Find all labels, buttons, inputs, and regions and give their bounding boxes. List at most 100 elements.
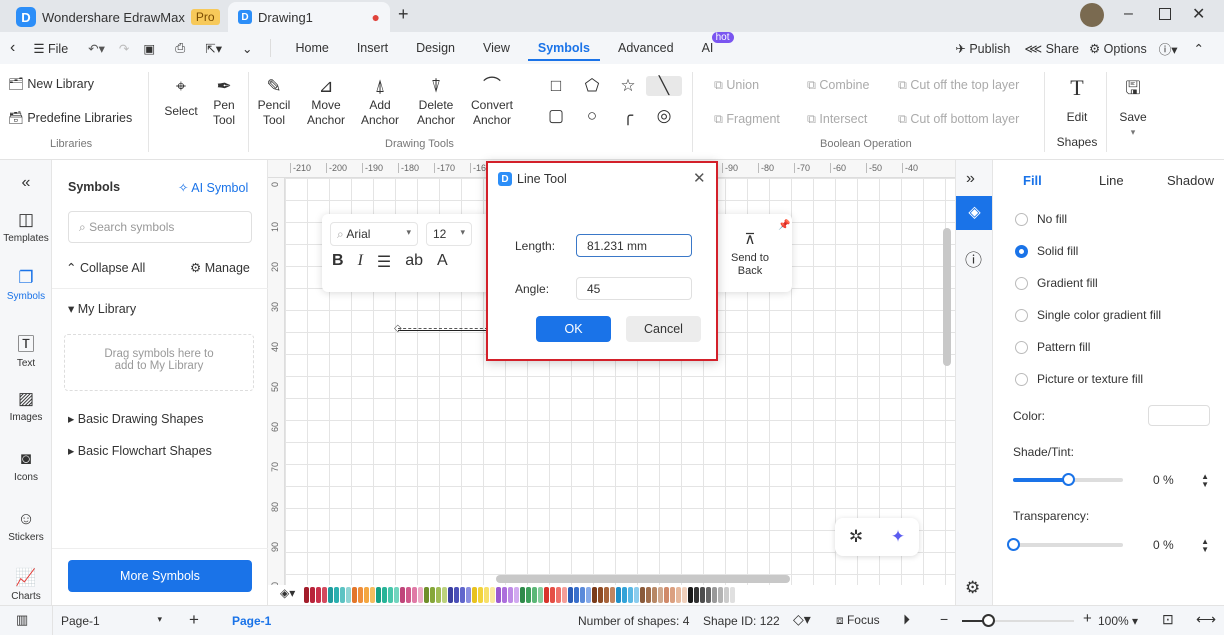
options-button[interactable]: ⚙ Options xyxy=(1083,41,1153,56)
cancel-button[interactable]: Cancel xyxy=(626,316,701,342)
color-swatch[interactable] xyxy=(622,587,627,603)
color-swatch[interactable] xyxy=(460,587,465,603)
color-swatch[interactable] xyxy=(430,587,435,603)
color-swatch[interactable] xyxy=(568,587,573,603)
nav-icons[interactable]: ◙ Icons xyxy=(0,449,52,483)
new-library-button[interactable]: 🗂 New Library xyxy=(8,77,94,92)
radio-button[interactable] xyxy=(1015,244,1028,258)
nav-charts[interactable]: 📈 Charts xyxy=(0,568,52,602)
maximize-icon[interactable] xyxy=(1159,8,1171,20)
tab-advanced[interactable]: Advanced xyxy=(608,41,684,55)
nav-symbols[interactable]: ❐ Symbols xyxy=(0,268,52,302)
color-swatch[interactable] xyxy=(490,587,495,603)
arc-shape-icon[interactable]: ╭ xyxy=(610,106,646,126)
union-button[interactable]: ⧉ Union xyxy=(714,78,759,93)
color-swatch[interactable] xyxy=(532,587,537,603)
publish-button[interactable]: ✈ Publish xyxy=(945,41,1020,56)
zoom-slider[interactable] xyxy=(962,614,1074,627)
color-swatch[interactable] xyxy=(610,587,615,603)
pencil-tool[interactable]: ✎ Pencil Tool xyxy=(254,74,294,128)
nav-images[interactable]: ▨ Images xyxy=(0,389,52,423)
color-swatch[interactable] xyxy=(706,587,711,603)
color-swatch[interactable] xyxy=(580,587,585,603)
horizontal-scrollbar[interactable] xyxy=(496,575,790,583)
vertical-scrollbar[interactable] xyxy=(943,228,951,366)
save-icon[interactable]: ▣ xyxy=(133,41,165,56)
radio-button[interactable] xyxy=(1015,340,1028,354)
transparency-slider[interactable] xyxy=(1007,538,1123,551)
bold-icon[interactable]: B xyxy=(332,252,344,272)
print-icon[interactable]: ⎙ xyxy=(165,41,195,56)
color-swatch[interactable] xyxy=(328,587,333,603)
nav-templates[interactable]: ◫ Templates xyxy=(0,210,52,244)
color-swatch[interactable] xyxy=(598,587,603,603)
play-icon[interactable]: ⏵ xyxy=(903,611,910,628)
color-swatch[interactable] xyxy=(412,587,417,603)
back-icon[interactable]: ‹ xyxy=(0,39,23,57)
color-swatch[interactable] xyxy=(634,587,639,603)
fragment-button[interactable]: ⧉ Fragment xyxy=(714,112,780,127)
color-swatch[interactable] xyxy=(592,587,597,603)
redo-icon[interactable]: ↷ xyxy=(115,41,133,56)
focus-button[interactable]: ⧈ Focus xyxy=(836,613,880,628)
line-shape[interactable] xyxy=(398,328,488,331)
color-swatch[interactable] xyxy=(370,587,375,603)
select-tool[interactable]: ⌖ Select xyxy=(162,74,200,119)
tab-fill[interactable]: Fill xyxy=(1023,173,1042,188)
slider-knob[interactable] xyxy=(1007,538,1020,551)
color-swatch[interactable] xyxy=(646,587,651,603)
help-icon[interactable]: ⓘ▾ xyxy=(1153,39,1184,58)
file-menu[interactable]: ☰ File xyxy=(23,41,78,56)
color-swatch[interactable] xyxy=(322,587,327,603)
fill-option[interactable]: Gradient fill xyxy=(1015,276,1098,290)
color-swatch[interactable] xyxy=(640,587,645,603)
shade-tint-slider[interactable] xyxy=(1013,473,1123,486)
radio-button[interactable] xyxy=(1015,212,1028,226)
more-icon[interactable]: ⌄ xyxy=(232,41,262,56)
color-swatch[interactable] xyxy=(304,587,309,603)
color-swatch[interactable] xyxy=(682,587,687,603)
color-swatch[interactable] xyxy=(664,587,669,603)
font-size-select[interactable]: 12 ▾ xyxy=(426,222,472,246)
color-picker[interactable] xyxy=(1148,405,1210,426)
magic-settings-icon[interactable]: ✲ xyxy=(849,527,863,547)
tab-design[interactable]: Design xyxy=(406,41,465,55)
color-swatch[interactable] xyxy=(334,587,339,603)
color-swatch[interactable] xyxy=(358,587,363,603)
document-tab[interactable]: D Drawing1 ● xyxy=(228,2,390,32)
color-swatch[interactable] xyxy=(670,587,675,603)
tab-line[interactable]: Line xyxy=(1099,173,1124,188)
color-swatch[interactable] xyxy=(316,587,321,603)
radio-button[interactable] xyxy=(1015,372,1028,386)
minimize-icon[interactable]: – xyxy=(1124,5,1133,23)
color-swatch[interactable] xyxy=(466,587,471,603)
color-swatch[interactable] xyxy=(352,587,357,603)
color-swatch[interactable] xyxy=(676,587,681,603)
combine-button[interactable]: ⧉ Combine xyxy=(807,78,869,93)
pentagon-shape-icon[interactable]: ⬠ xyxy=(574,76,610,96)
basic-drawing-shapes-section[interactable]: ▸ Basic Drawing Shapes xyxy=(68,411,204,426)
color-swatch[interactable] xyxy=(496,587,501,603)
color-swatch[interactable] xyxy=(688,587,693,603)
color-swatch[interactable] xyxy=(376,587,381,603)
convert-anchor-tool[interactable]: ⌒ Convert Anchor xyxy=(466,74,518,128)
undo-icon[interactable]: ↶▾ xyxy=(78,41,115,56)
basic-flowchart-shapes-section[interactable]: ▸ Basic Flowchart Shapes xyxy=(68,443,212,458)
slider-knob[interactable] xyxy=(1062,473,1075,486)
pin-icon[interactable]: 📌 xyxy=(778,220,790,231)
tab-symbols[interactable]: Symbols xyxy=(527,41,600,61)
color-swatch[interactable] xyxy=(724,587,729,603)
circle-shape-icon[interactable]: ○ xyxy=(574,106,610,126)
collapse-panel-icon[interactable]: « xyxy=(0,174,52,192)
color-swatch[interactable] xyxy=(658,587,663,603)
color-swatch[interactable] xyxy=(340,587,345,603)
expand-panel-icon[interactable]: » xyxy=(966,170,975,188)
color-swatch[interactable] xyxy=(478,587,483,603)
color-swatch[interactable] xyxy=(436,587,441,603)
color-swatch[interactable] xyxy=(472,587,477,603)
more-symbols-button[interactable]: More Symbols xyxy=(68,560,252,592)
my-library-section[interactable]: ▾ My Library xyxy=(68,301,136,316)
color-swatch[interactable] xyxy=(628,587,633,603)
star-shape-icon[interactable]: ☆ xyxy=(610,76,646,96)
color-swatch[interactable] xyxy=(388,587,393,603)
